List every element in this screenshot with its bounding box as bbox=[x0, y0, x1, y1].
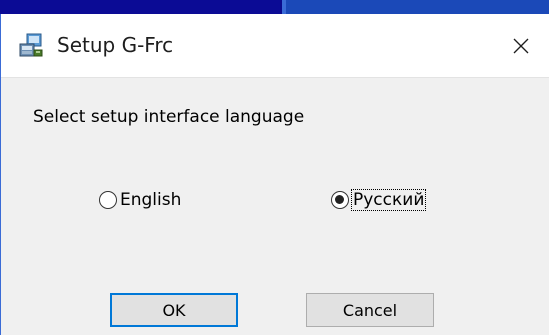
title-bar[interactable]: Setup G-Frc bbox=[1, 14, 549, 77]
ok-button[interactable]: OK bbox=[110, 293, 238, 327]
backdrop-bar-left bbox=[0, 0, 280, 14]
setup-dialog-window: Setup G-Frc Select setup interface langu… bbox=[0, 14, 549, 335]
cancel-button[interactable]: Cancel bbox=[306, 293, 434, 327]
desktop-backdrop bbox=[0, 0, 549, 14]
radio-russian-dot[interactable] bbox=[331, 191, 349, 209]
language-prompt: Select setup interface language bbox=[33, 107, 305, 127]
dialog-body: Select setup interface language English … bbox=[1, 77, 549, 335]
radio-russian-label[interactable]: Русский bbox=[350, 189, 427, 211]
radio-russian[interactable]: Русский bbox=[331, 189, 427, 211]
setup-installer-icon bbox=[18, 32, 44, 58]
backdrop-bar-right bbox=[286, 0, 549, 14]
radio-english[interactable]: English bbox=[99, 190, 181, 210]
close-button[interactable] bbox=[492, 14, 549, 77]
window-title: Setup G-Frc bbox=[57, 33, 174, 57]
radio-english-label[interactable]: English bbox=[120, 190, 181, 210]
close-icon bbox=[513, 38, 529, 53]
radio-english-dot[interactable] bbox=[99, 191, 117, 209]
